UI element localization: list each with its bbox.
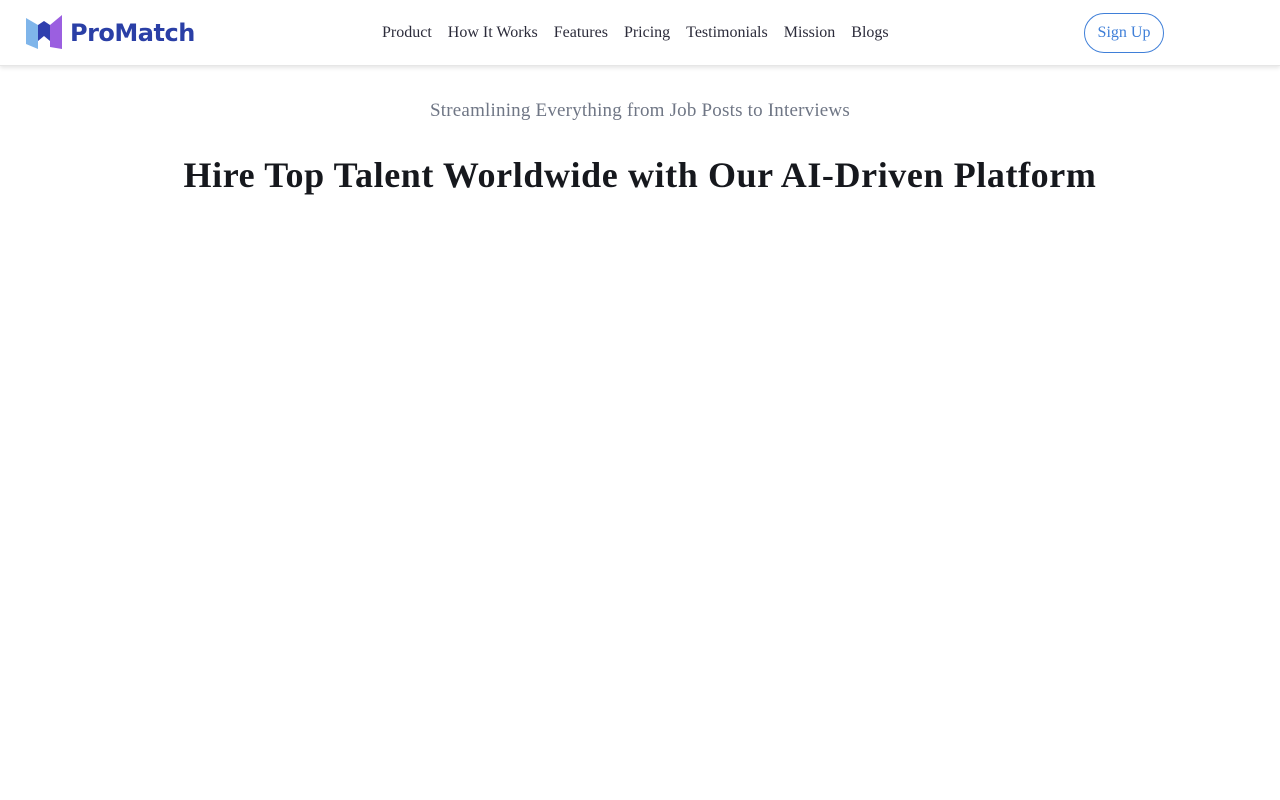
promatch-logo-icon (26, 15, 62, 49)
brand-name: ProMatch (70, 19, 195, 47)
hero-subtitle: Streamlining Everything from Job Posts t… (430, 100, 850, 121)
hero-title: Hire Top Talent Worldwide with Our AI-Dr… (183, 155, 1097, 195)
nav-menu: Product How It Works Features Pricing Te… (382, 0, 905, 66)
nav-item-pricing[interactable]: Pricing (624, 24, 670, 41)
nav-item-product[interactable]: Product (382, 24, 432, 41)
brand-logo[interactable]: ProMatch (25, 14, 195, 52)
nav-item-blogs[interactable]: Blogs (851, 24, 888, 41)
nav-item-mission[interactable]: Mission (784, 24, 836, 41)
nav-item-features[interactable]: Features (554, 24, 608, 41)
nav-item-how-it-works[interactable]: How It Works (448, 24, 538, 41)
navbar: ProMatch Product How It Works Features P… (0, 0, 1280, 66)
nav-item-testimonials[interactable]: Testimonials (686, 24, 768, 41)
sign-up-button[interactable]: Sign Up (1084, 13, 1164, 53)
